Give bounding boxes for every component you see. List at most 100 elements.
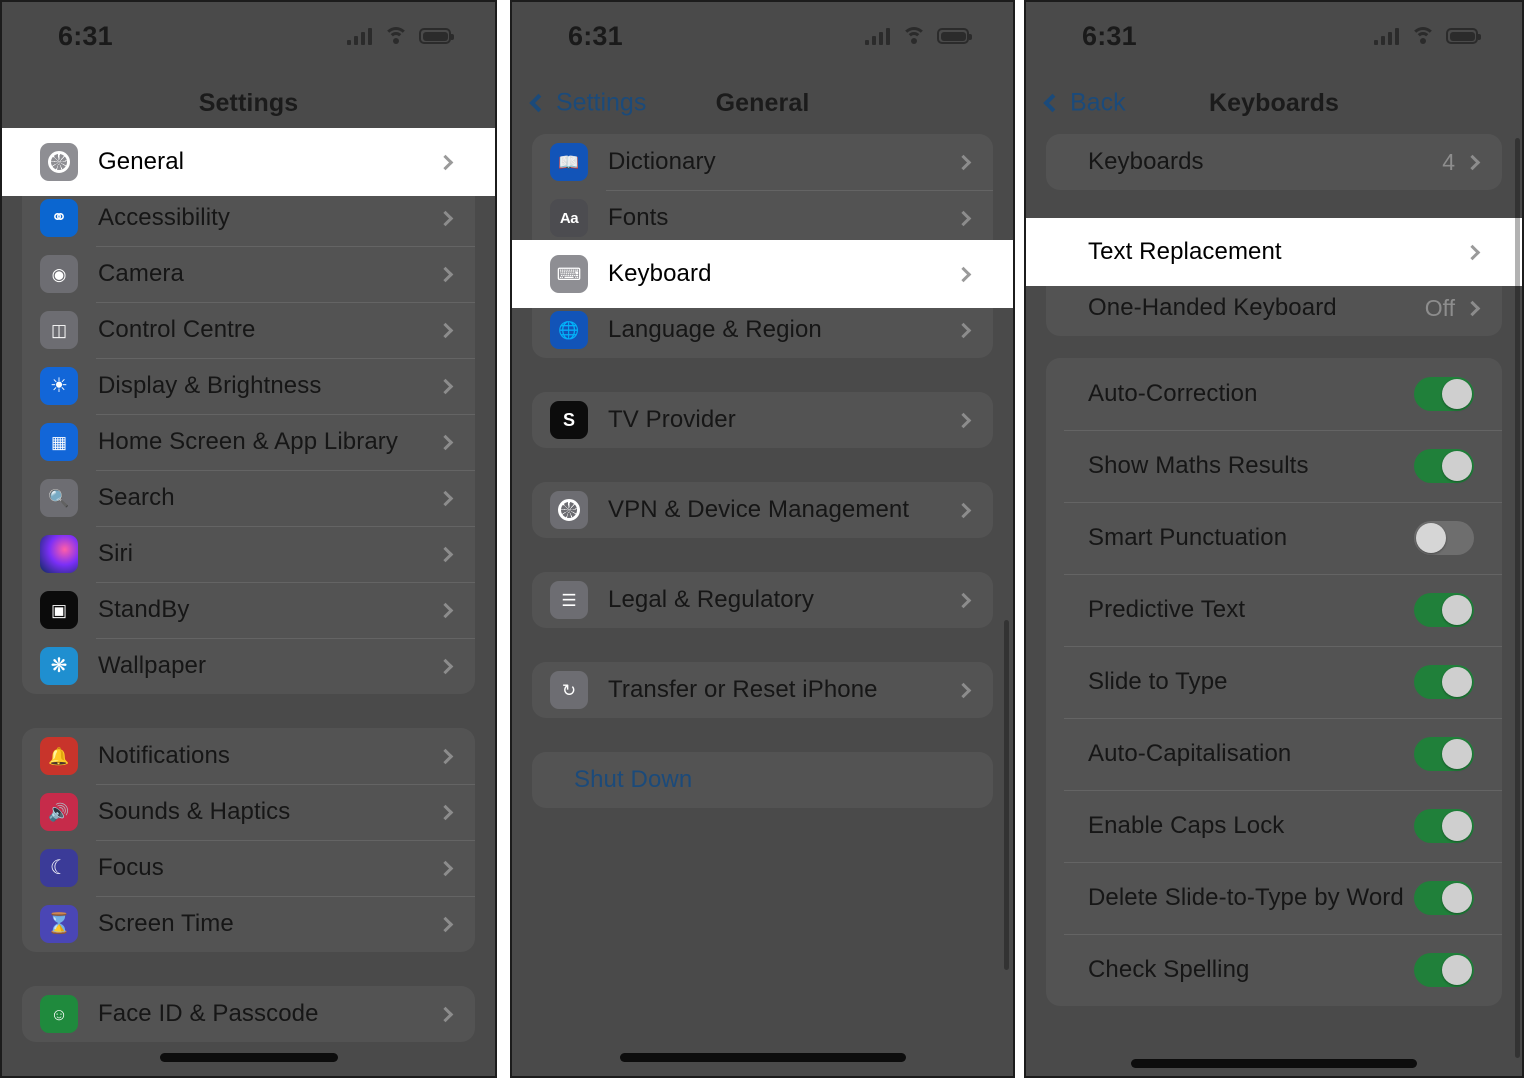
keyboards-group-3: Auto-Correction Show Maths Results Smart… bbox=[1046, 358, 1502, 1006]
chevron-right-icon bbox=[437, 266, 454, 282]
enable-caps-lock-toggle[interactable] bbox=[1414, 809, 1474, 843]
status-bar: 6:31 bbox=[510, 0, 1015, 72]
sidebar-item-wallpaper[interactable]: ❋ Wallpaper bbox=[22, 638, 475, 694]
chevron-right-icon bbox=[955, 322, 972, 338]
show-maths-results-toggle[interactable] bbox=[1414, 449, 1474, 483]
list-item-check-spelling[interactable]: Check Spelling bbox=[1046, 934, 1502, 1006]
list-item-transfer-reset[interactable]: ↻ Transfer or Reset iPhone bbox=[532, 662, 993, 718]
sidebar-item-camera[interactable]: ◉ Camera bbox=[22, 246, 475, 302]
back-button[interactable]: Settings bbox=[529, 88, 647, 118]
row-label: Display & Brightness bbox=[98, 372, 322, 399]
list-item-auto-capitalisation[interactable]: Auto-Capitalisation bbox=[1046, 718, 1502, 790]
chevron-right-icon bbox=[1464, 244, 1481, 260]
list-item-keyboards[interactable]: Keyboards 4 bbox=[1046, 134, 1502, 190]
scrollbar-thumb[interactable] bbox=[1515, 138, 1520, 1058]
row-label: Fonts bbox=[608, 204, 669, 231]
list-item-slide-to-type[interactable]: Slide to Type bbox=[1046, 646, 1502, 718]
sidebar-item-focus[interactable]: ☾ Focus bbox=[22, 840, 475, 896]
list-item-enable-caps-lock[interactable]: Enable Caps Lock bbox=[1046, 790, 1502, 862]
slide-to-type-toggle[interactable] bbox=[1414, 665, 1474, 699]
nav-bar: Settings General bbox=[510, 72, 1015, 134]
sidebar-item-home-screen[interactable]: ▦ Home Screen & App Library bbox=[22, 414, 475, 470]
list-item-fonts[interactable]: Aa Fonts bbox=[532, 190, 993, 246]
sidebar-item-search[interactable]: 🔍 Search bbox=[22, 470, 475, 526]
row-label: Legal & Regulatory bbox=[608, 586, 814, 613]
sidebar-item-notifications[interactable]: 🔔 Notifications bbox=[22, 728, 475, 784]
chevron-right-icon bbox=[955, 592, 972, 608]
panel-divider-2 bbox=[1015, 0, 1024, 1078]
list-item-auto-correction[interactable]: Auto-Correction bbox=[1046, 358, 1502, 430]
general-list[interactable]: 📖 Dictionary Aa Fonts ⌨ Keyboard 🌐 Langu… bbox=[510, 134, 1015, 1078]
panel-settings: 6:31 Settings General ⚭ Accessibility ◉ … bbox=[0, 0, 497, 1078]
list-item-tv-provider[interactable]: S TV Provider bbox=[532, 392, 993, 448]
sidebar-item-face-id[interactable]: ☺ Face ID & Passcode bbox=[22, 986, 475, 1042]
predictive-text-toggle[interactable] bbox=[1414, 593, 1474, 627]
row-label: Check Spelling bbox=[1088, 956, 1250, 983]
sidebar-item-siri[interactable]: Siri bbox=[22, 526, 475, 582]
list-item-legal-regulatory[interactable]: ☰ Legal & Regulatory bbox=[532, 572, 993, 628]
wallpaper-icon: ❋ bbox=[40, 647, 78, 685]
list-item-delete-slide-to-type-by-word[interactable]: Delete Slide-to-Type by Word bbox=[1046, 862, 1502, 934]
list-item-keyboard[interactable]: ⌨ Keyboard bbox=[532, 246, 993, 302]
row-label: Face ID & Passcode bbox=[98, 1000, 319, 1027]
shut-down-button[interactable]: Shut Down bbox=[532, 752, 993, 808]
check-spelling-toggle[interactable] bbox=[1414, 953, 1474, 987]
status-bar: 6:31 bbox=[0, 0, 497, 72]
list-item-show-maths-results[interactable]: Show Maths Results bbox=[1046, 430, 1502, 502]
sidebar-item-accessibility[interactable]: ⚭ Accessibility bbox=[22, 190, 475, 246]
sidebar-item-control-centre[interactable]: ◫ Control Centre bbox=[22, 302, 475, 358]
list-item-language-region[interactable]: 🌐 Language & Region bbox=[532, 302, 993, 358]
row-label: TV Provider bbox=[608, 406, 736, 433]
delete-slide-to-type-toggle[interactable] bbox=[1414, 881, 1474, 915]
row-label: Auto-Correction bbox=[1088, 380, 1258, 407]
focus-icon: ☾ bbox=[40, 849, 78, 887]
list-item-vpn-device-management[interactable]: VPN & Device Management bbox=[532, 482, 993, 538]
sidebar-item-general[interactable]: General bbox=[22, 134, 475, 190]
sidebar-item-screen-time[interactable]: ⌛ Screen Time bbox=[22, 896, 475, 952]
chevron-right-icon bbox=[437, 804, 454, 820]
list-item-smart-punctuation[interactable]: Smart Punctuation bbox=[1046, 502, 1502, 574]
accessibility-icon: ⚭ bbox=[40, 199, 78, 237]
status-time: 6:31 bbox=[58, 20, 113, 51]
sidebar-item-sounds-haptics[interactable]: 🔊 Sounds & Haptics bbox=[22, 784, 475, 840]
row-label: Language & Region bbox=[608, 316, 822, 343]
row-label: Auto-Capitalisation bbox=[1088, 740, 1292, 767]
chevron-right-icon bbox=[955, 154, 972, 170]
list-item-text-replacement[interactable]: Text Replacement bbox=[1046, 224, 1502, 280]
row-label: Focus bbox=[98, 854, 164, 881]
back-button[interactable]: Back bbox=[1043, 89, 1126, 118]
chevron-right-icon bbox=[437, 210, 454, 226]
settings-list[interactable]: General ⚭ Accessibility ◉ Camera ◫ Contr… bbox=[0, 134, 497, 1078]
chevron-right-icon bbox=[437, 748, 454, 764]
auto-capitalisation-toggle[interactable] bbox=[1414, 737, 1474, 771]
fonts-icon: Aa bbox=[550, 199, 588, 237]
row-value: 4 bbox=[1442, 148, 1455, 175]
sidebar-item-display-brightness[interactable]: ☀ Display & Brightness bbox=[22, 358, 475, 414]
search-icon: 🔍 bbox=[40, 479, 78, 517]
row-label: Siri bbox=[98, 540, 134, 567]
smart-punctuation-toggle[interactable] bbox=[1414, 521, 1474, 555]
status-indicators bbox=[347, 27, 454, 45]
auto-correction-toggle[interactable] bbox=[1414, 377, 1474, 411]
panel-border-left bbox=[1024, 0, 1026, 1078]
back-button-label: Settings bbox=[556, 88, 647, 117]
wifi-icon bbox=[901, 27, 926, 45]
list-item-dictionary[interactable]: 📖 Dictionary bbox=[532, 134, 993, 190]
general-group-5: ↻ Transfer or Reset iPhone bbox=[532, 662, 993, 718]
dictionary-icon: 📖 bbox=[550, 143, 588, 181]
row-value: Off bbox=[1424, 294, 1455, 321]
sidebar-item-standby[interactable]: ▣ StandBy bbox=[22, 582, 475, 638]
list-item-one-handed-keyboard[interactable]: One-Handed Keyboard Off bbox=[1046, 280, 1502, 336]
settings-group-1: General ⚭ Accessibility ◉ Camera ◫ Contr… bbox=[22, 134, 475, 694]
home-screen-icon: ▦ bbox=[40, 423, 78, 461]
chevron-right-icon bbox=[437, 916, 454, 932]
scrollbar-thumb[interactable] bbox=[1004, 620, 1009, 970]
list-item-predictive-text[interactable]: Predictive Text bbox=[1046, 574, 1502, 646]
keyboards-list[interactable]: Keyboards 4 Text Replacement One-Handed … bbox=[1024, 134, 1524, 1078]
panel-border-right bbox=[1013, 0, 1015, 1078]
row-label: Accessibility bbox=[98, 204, 230, 231]
general-group-4: ☰ Legal & Regulatory bbox=[532, 572, 993, 628]
gear-icon bbox=[40, 143, 78, 181]
